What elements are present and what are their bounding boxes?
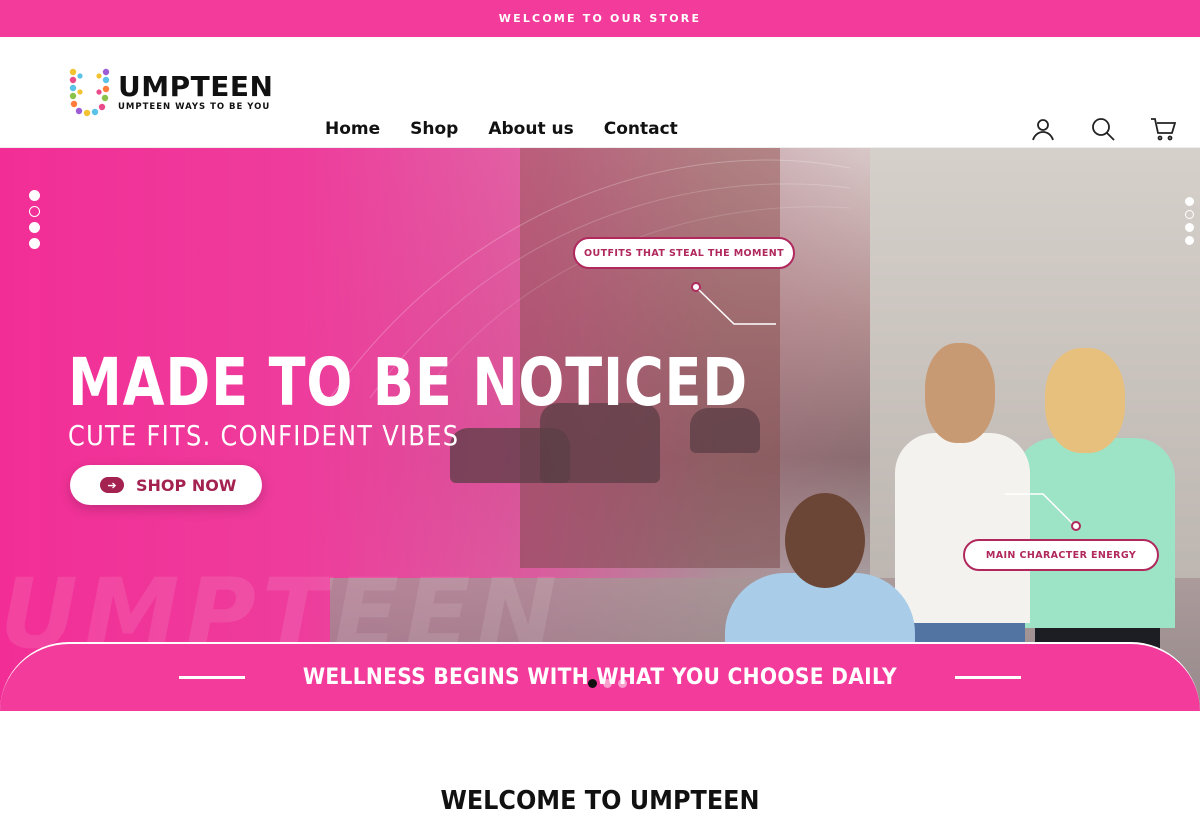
slide-dot[interactable] xyxy=(1185,210,1194,219)
banner-divider xyxy=(179,676,246,679)
slide-dots-right xyxy=(1185,197,1194,245)
site-header: UMPTEEN UMPTEEN WAYS TO BE YOU Home Shop… xyxy=(0,37,1200,148)
logo[interactable]: UMPTEEN UMPTEEN WAYS TO BE YOU xyxy=(68,67,273,117)
slider-pagination xyxy=(588,679,627,688)
search-icon[interactable] xyxy=(1090,116,1116,142)
nav-about-us[interactable]: About us xyxy=(488,119,573,139)
callout-line-top xyxy=(691,282,776,325)
callout-line-bottom xyxy=(1005,493,1081,531)
pagination-dot[interactable] xyxy=(603,679,612,688)
main-nav: Home Shop About us Contact xyxy=(325,119,678,139)
model-three-head xyxy=(1045,348,1125,453)
nav-contact[interactable]: Contact xyxy=(604,119,678,139)
callout-tag-top: OUTFITS THAT STEAL THE MOMENT xyxy=(573,237,795,269)
nav-shop[interactable]: Shop xyxy=(410,119,458,139)
slide-dot[interactable] xyxy=(29,206,40,217)
slide-dot[interactable] xyxy=(1185,236,1194,245)
logo-tagline: UMPTEEN WAYS TO BE YOU xyxy=(118,102,271,112)
arrow-right-icon: ➔ xyxy=(100,477,124,493)
pagination-dot[interactable] xyxy=(588,679,597,688)
announcement-bar: WELCOME TO OUR STORE xyxy=(0,0,1200,37)
shop-now-button[interactable]: ➔ SHOP NOW xyxy=(70,465,262,505)
welcome-heading: WELCOME TO UMPTEEN xyxy=(440,786,760,816)
logo-u-icon xyxy=(68,67,112,117)
announcement-text: WELCOME TO OUR STORE xyxy=(498,12,702,25)
slide-dot[interactable] xyxy=(29,238,40,249)
callout-tag-bottom: MAIN CHARACTER ENERGY xyxy=(963,539,1159,571)
shop-now-label: SHOP NOW xyxy=(136,475,237,495)
model-one-head xyxy=(785,493,865,588)
nav-home[interactable]: Home xyxy=(325,119,380,139)
pagination-dot[interactable] xyxy=(618,679,627,688)
slide-dot[interactable] xyxy=(29,222,40,233)
logo-name: UMPTEEN xyxy=(118,70,274,103)
model-two-head xyxy=(925,343,995,443)
slide-dots-left xyxy=(29,190,40,249)
hero-subline: CUTE FITS. CONFIDENT VIBES xyxy=(68,419,460,452)
hero-slider: UMPTEEN MADE TO BE NOTICED CUTE FITS. CO… xyxy=(0,148,1200,711)
account-icon[interactable] xyxy=(1030,116,1056,142)
slide-dot[interactable] xyxy=(29,190,40,201)
hero-banner: WELLNESS BEGINS WITH WHAT YOU CHOOSE DAI… xyxy=(0,642,1200,711)
slide-dot[interactable] xyxy=(1185,223,1194,232)
model-three-shirt xyxy=(1015,438,1175,628)
banner-divider xyxy=(954,676,1021,679)
hero-headline: MADE TO BE NOTICED xyxy=(68,344,749,421)
cart-icon[interactable] xyxy=(1150,116,1177,142)
slide-dot[interactable] xyxy=(1185,197,1194,206)
